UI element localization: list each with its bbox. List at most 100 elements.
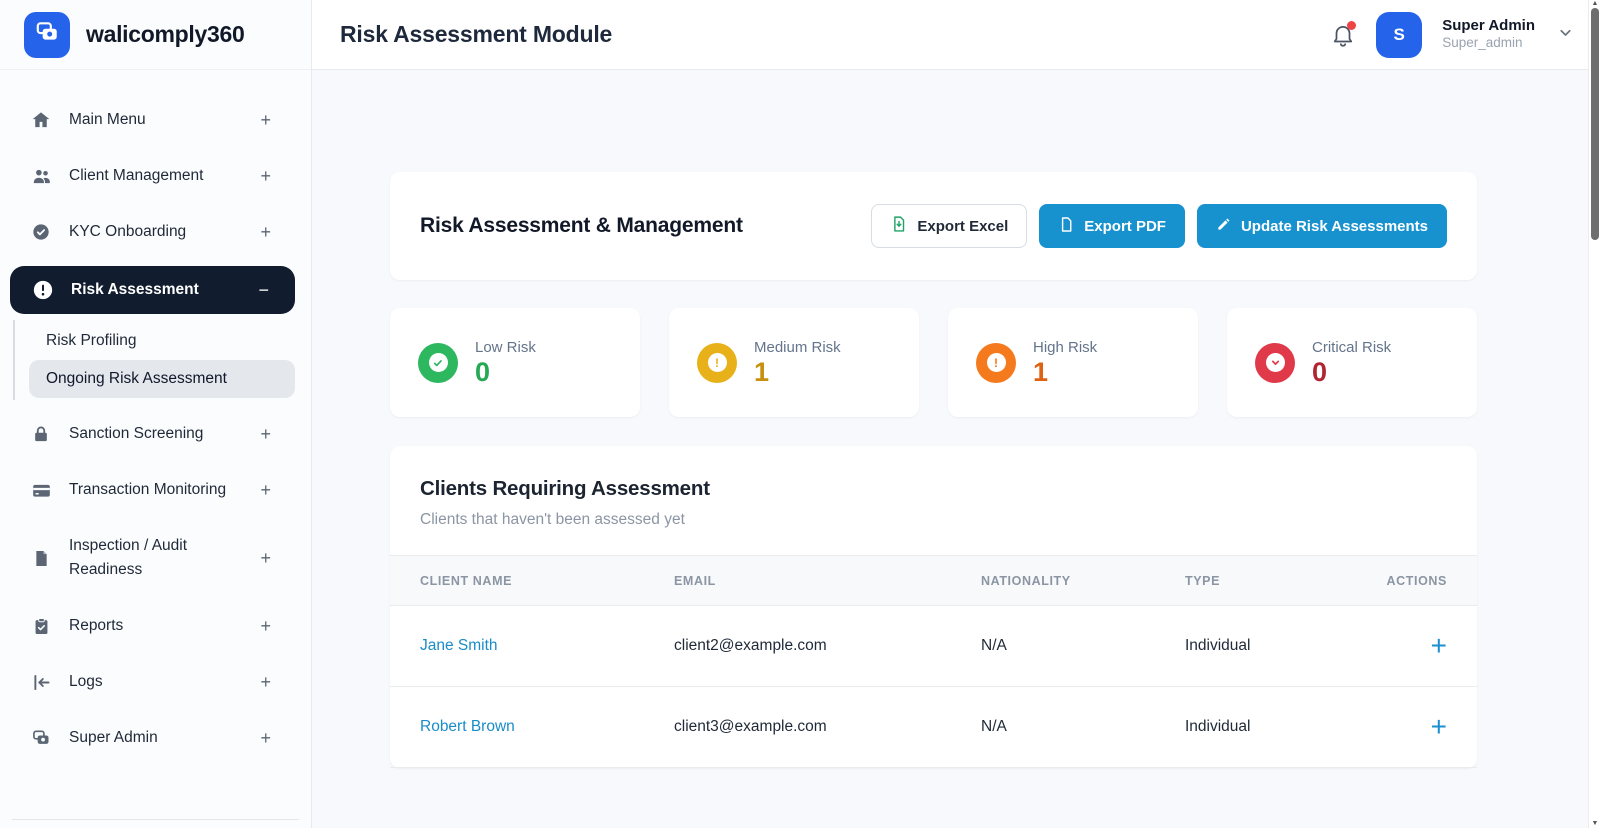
pencil-icon [1216, 216, 1232, 236]
brand-logo [24, 12, 70, 58]
expand-icon[interactable]: + [260, 110, 271, 131]
sidebar-item-label: KYC Onboarding [69, 220, 186, 244]
check-circle-icon [418, 343, 458, 383]
sidebar-item-label: Main Menu [69, 108, 146, 132]
risk-assessment-submenu: Risk Profiling Ongoing Risk Assessment [13, 320, 311, 400]
column-header-client-name: CLIENT NAME [420, 574, 674, 588]
sidebar-item-reports[interactable]: Reports + [0, 598, 311, 654]
column-header-nationality: NATIONALITY [981, 574, 1185, 588]
column-header-type: TYPE [1185, 574, 1377, 588]
client-type: Individual [1185, 637, 1377, 655]
risk-label: Low Risk [475, 339, 536, 356]
badge-check-icon [30, 221, 52, 243]
table-row: Jane Smith client2@example.com N/A Indiv… [390, 606, 1477, 687]
sidebar-item-client-management[interactable]: Client Management + [0, 148, 311, 204]
cards-icon [30, 727, 52, 749]
top-header: Risk Assessment Module S Super Admin Sup… [312, 0, 1600, 70]
home-icon [30, 109, 52, 131]
risk-summary-row: Low Risk 0 ! Medium Risk 1 [390, 308, 1477, 417]
chevron-down-icon[interactable] [1557, 24, 1574, 46]
scroll-down-arrow-icon[interactable]: ▼ [1589, 820, 1600, 828]
expand-icon[interactable]: + [260, 548, 271, 569]
expand-icon[interactable]: + [260, 480, 271, 501]
sidebar-item-sanction-screening[interactable]: Sanction Screening + [0, 406, 311, 462]
risk-label: Critical Risk [1312, 339, 1391, 356]
export-pdf-button[interactable]: Export PDF [1039, 204, 1185, 248]
excel-download-icon [890, 215, 908, 237]
expand-icon[interactable]: + [260, 222, 271, 243]
sidebar-item-risk-assessment[interactable]: Risk Assessment − [10, 266, 295, 314]
export-excel-button[interactable]: Export Excel [871, 204, 1027, 248]
critical-risk-card: Critical Risk 0 [1227, 308, 1477, 417]
clients-section-subtitle: Clients that haven't been assessed yet [420, 511, 1447, 529]
cards-icon [34, 19, 60, 50]
expand-icon[interactable]: + [260, 672, 271, 693]
sidebar-item-label: Inspection / Audit Readiness [69, 534, 237, 582]
risk-count: 0 [1312, 359, 1391, 386]
file-icon [1058, 216, 1075, 237]
user-block: Super Admin Super_admin [1442, 17, 1535, 53]
risk-count: 1 [754, 359, 841, 386]
sidebar-item-kyc-onboarding[interactable]: KYC Onboarding + [0, 204, 311, 260]
sidebar-item-label: Transaction Monitoring [69, 478, 226, 502]
sidebar-item-inspection-audit-readiness[interactable]: Inspection / Audit Readiness + [0, 518, 311, 598]
expand-icon[interactable]: + [260, 424, 271, 445]
plus-icon[interactable]: + [1431, 713, 1447, 741]
expand-icon[interactable]: + [260, 616, 271, 637]
scrollbar-track[interactable]: ▲ ▼ [1588, 0, 1600, 828]
table-row: Robert Brown client3@example.com N/A Ind… [390, 687, 1477, 768]
scroll-up-arrow-icon[interactable]: ▲ [1589, 0, 1600, 8]
table-header-row: CLIENT NAME EMAIL NATIONALITY TYPE ACTIO… [390, 555, 1477, 606]
expand-icon[interactable]: + [260, 166, 271, 187]
client-name-link[interactable]: Robert Brown [420, 718, 674, 736]
brand: walicomply360 [0, 0, 311, 70]
clients-section-title: Clients Requiring Assessment [420, 477, 1447, 501]
update-risk-assessments-button[interactable]: Update Risk Assessments [1197, 204, 1447, 248]
sidebar-item-super-admin[interactable]: Super Admin + [0, 710, 311, 766]
client-nationality: N/A [981, 637, 1185, 655]
sidebar-item-label: Risk Assessment [71, 278, 199, 302]
client-email: client3@example.com [674, 718, 981, 736]
credit-card-icon [30, 479, 52, 501]
sidebar-item-logs[interactable]: Logs + [0, 654, 311, 710]
sidebar-item-label: Sanction Screening [69, 422, 203, 446]
clipboard-icon [30, 615, 52, 637]
notifications-bell-icon[interactable] [1330, 22, 1356, 48]
sidebar-subitem-risk-profiling[interactable]: Risk Profiling [29, 322, 295, 360]
sidebar-nav: Main Menu + Client Management + KYC Onbo… [0, 70, 311, 819]
low-risk-card: Low Risk 0 [390, 308, 640, 417]
expand-icon[interactable]: + [260, 728, 271, 749]
document-icon [30, 547, 52, 569]
page-title: Risk Assessment Module [340, 21, 612, 48]
button-label: Export PDF [1084, 218, 1166, 235]
sidebar-item-label: Reports [69, 614, 123, 638]
sidebar-divider [12, 819, 299, 820]
sidebar-item-transaction-monitoring[interactable]: Transaction Monitoring + [0, 462, 311, 518]
client-name-link[interactable]: Jane Smith [420, 637, 674, 655]
log-arrow-icon [30, 671, 52, 693]
avatar[interactable]: S [1376, 12, 1422, 58]
brand-name: walicomply360 [86, 21, 244, 48]
plus-icon[interactable]: + [1431, 632, 1447, 660]
button-label: Export Excel [917, 218, 1008, 235]
alert-circle-icon: ! [697, 343, 737, 383]
collapse-icon[interactable]: − [258, 280, 269, 301]
sidebar-subitem-ongoing-risk-assessment[interactable]: Ongoing Risk Assessment [29, 360, 295, 398]
notification-dot [1347, 21, 1356, 30]
user-name: Super Admin [1442, 17, 1535, 36]
column-header-email: EMAIL [674, 574, 981, 588]
column-header-actions: ACTIONS [1377, 574, 1447, 588]
chevron-circle-icon [1255, 343, 1295, 383]
scrollbar-thumb[interactable] [1591, 8, 1599, 240]
button-label: Update Risk Assessments [1241, 218, 1428, 235]
risk-label: Medium Risk [754, 339, 841, 356]
client-type: Individual [1185, 718, 1377, 736]
user-role: Super_admin [1442, 35, 1535, 52]
risk-count: 0 [475, 359, 536, 386]
users-icon [30, 165, 52, 187]
sidebar-item-label: Client Management [69, 164, 203, 188]
high-risk-card: ! High Risk 1 [948, 308, 1198, 417]
risk-count: 1 [1033, 359, 1097, 386]
client-email: client2@example.com [674, 637, 981, 655]
sidebar-item-main-menu[interactable]: Main Menu + [0, 92, 311, 148]
